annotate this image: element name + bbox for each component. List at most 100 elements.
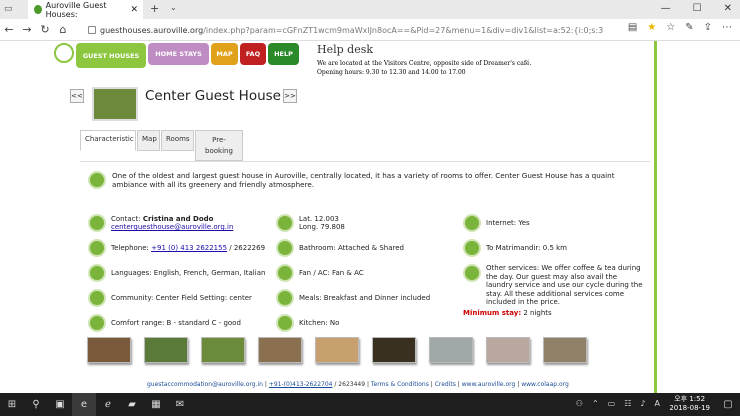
kitchen-icon — [276, 314, 294, 332]
info-middle: Lat. 12.003 Long. 79.808 Bathroom: Attach… — [276, 214, 461, 339]
notifications-icon[interactable]: ▢ — [716, 393, 740, 416]
nav-map[interactable]: MAP — [211, 43, 238, 65]
bathroom-icon — [276, 239, 294, 257]
nav-home-stays[interactable]: HOME STAYS — [148, 43, 209, 65]
taskbar: ⊞ ⚲ ▣ e ℯ ▰ ▦ ✉ ⚇ ⌃ ▭ ☷ ♪ A 오후 1:52 2018… — [0, 393, 740, 416]
new-tab-icon[interactable]: + — [150, 2, 159, 15]
minimize-icon[interactable]: — — [661, 3, 671, 14]
tab-list-icon[interactable]: ⌄ — [170, 3, 177, 12]
mail-icon[interactable]: ✉ — [168, 393, 192, 416]
favorites-hub-icon[interactable]: ☆ — [666, 22, 675, 33]
contact-email-link[interactable]: centerguesthouse@auroville.org.in — [111, 223, 233, 231]
more-icon[interactable]: ⋯ — [722, 22, 732, 33]
maximize-icon[interactable]: ☐ — [693, 3, 702, 14]
next-button[interactable]: >> — [283, 89, 297, 103]
footer-phone-alt: / 2623449 — [332, 381, 366, 388]
services-row: Other services: We offer coffee & tea du… — [463, 264, 645, 307]
clock[interactable]: 오후 1:52 2018-08-19 — [669, 395, 710, 413]
languages-icon — [88, 264, 106, 282]
nav-help[interactable]: HELP — [268, 43, 299, 65]
bathroom-row: Bathroom: Attached & Shared — [276, 239, 461, 257]
comfort-row: Comfort range: B - standard C - good — [88, 314, 268, 332]
ime-icon[interactable]: A — [655, 399, 660, 408]
nav-guest-houses[interactable]: GUEST HOUSES — [76, 43, 146, 68]
tab-actions: ▭ — [4, 4, 13, 14]
longitude: Long. 79.808 — [299, 223, 345, 231]
contact-label: Contact: — [111, 214, 143, 223]
task-view-icon[interactable]: ▣ — [48, 393, 72, 416]
battery-icon[interactable]: ▭ — [608, 399, 616, 408]
tab-preview-icon[interactable]: ▭ — [4, 4, 13, 14]
profile-tabs: Characteristic Map Rooms Pre-booking — [80, 130, 243, 161]
kitchen-row: Kitchen: No — [276, 314, 461, 332]
gallery-photo[interactable] — [87, 337, 131, 363]
contact-name: Cristina and Dodo — [142, 214, 214, 223]
tab-rooms[interactable]: Rooms — [161, 130, 194, 151]
reading-view-icon[interactable]: ▤ — [628, 22, 637, 33]
gallery-photo[interactable] — [372, 337, 416, 363]
footer-email[interactable]: guestaccommodation@auroville.org.in — [147, 381, 263, 388]
help-desk-location: We are located at the Visitors Centre, o… — [317, 60, 532, 67]
volume-icon[interactable]: ♪ — [640, 399, 645, 408]
tab-characteristic[interactable]: Characteristic — [80, 130, 136, 151]
footer-credits-link[interactable]: Credits — [435, 381, 456, 388]
tab-map[interactable]: Map — [137, 130, 160, 151]
map-pin-icon — [276, 214, 294, 232]
minimum-stay-label: Minimum stay: — [463, 308, 522, 317]
gallery-photo[interactable] — [486, 337, 530, 363]
gallery-photo[interactable] — [543, 337, 587, 363]
gallery-photo[interactable] — [315, 337, 359, 363]
description: One of the oldest and largest guest hous… — [88, 171, 648, 189]
gallery-photo[interactable] — [258, 337, 302, 363]
at-icon — [88, 214, 106, 232]
nav-faq[interactable]: FAQ — [240, 43, 266, 65]
meals-icon — [276, 289, 294, 307]
auroville-logo-icon[interactable] — [54, 43, 74, 63]
location-row: Lat. 12.003 Long. 79.808 — [276, 214, 461, 232]
footer-phone-link[interactable]: +91-(0)413-2622704 — [269, 381, 333, 388]
refresh-icon[interactable]: ↻ — [36, 23, 54, 36]
people-icon[interactable]: ⚇ — [576, 399, 583, 408]
languages-row: Languages: English, French, German, Ital… — [88, 264, 268, 282]
phone-icon — [88, 239, 106, 257]
edge-icon[interactable]: e — [72, 393, 96, 416]
file-explorer-icon[interactable]: ▰ — [120, 393, 144, 416]
meals-text: Meals: Breakfast and Dinner included — [299, 293, 431, 302]
notes-icon[interactable]: ✎ — [685, 22, 693, 33]
footer-terms-link[interactable]: Terms & Conditions — [371, 381, 429, 388]
gallery-photo[interactable] — [429, 337, 473, 363]
footer-colaap-link[interactable]: www.colaap.org — [521, 381, 569, 388]
chevron-up-icon[interactable]: ⌃ — [592, 399, 599, 408]
start-icon[interactable]: ⊞ — [0, 393, 24, 416]
page-info-icon[interactable] — [88, 26, 96, 34]
window-controls: — ☐ ✕ — [661, 3, 732, 14]
close-tab-icon[interactable]: ✕ — [130, 5, 138, 15]
fan-row: Fan / AC: Fan & AC — [276, 264, 461, 282]
home-icon[interactable]: ⌂ — [54, 23, 72, 36]
gallery-photo[interactable] — [201, 337, 245, 363]
search-icon[interactable]: ⚲ — [24, 393, 48, 416]
close-window-icon[interactable]: ✕ — [724, 3, 732, 14]
main-nav: GUEST HOUSES HOME STAYS MAP FAQ HELP — [76, 43, 299, 68]
tab-title: Auroville Guest Houses: — [45, 0, 107, 19]
share-icon[interactable]: ⇪ — [704, 22, 712, 33]
forward-icon[interactable]: → — [18, 23, 36, 36]
guest-house-thumbnail[interactable] — [92, 87, 138, 121]
favorite-star-icon[interactable]: ★ — [647, 22, 656, 33]
ie-icon[interactable]: ℯ — [96, 393, 120, 416]
clock-date: 2018-08-19 — [669, 404, 710, 412]
previous-button[interactable]: << — [70, 89, 84, 103]
footer-auroville-link[interactable]: www.auroville.org — [462, 381, 516, 388]
url-field[interactable]: guesthouses.auroville.org /index.php?par… — [88, 23, 632, 37]
network-icon[interactable]: ☷ — [624, 399, 631, 408]
wifi-icon — [463, 214, 481, 232]
comfort-icon — [88, 314, 106, 332]
browser-tab[interactable]: Auroville Guest Houses: ✕ — [28, 0, 143, 19]
back-icon[interactable]: ← — [0, 23, 18, 36]
internet-text: Internet: Yes — [486, 218, 530, 227]
kitchen-text: Kitchen: No — [299, 318, 340, 327]
store-icon[interactable]: ▦ — [144, 393, 168, 416]
phone-link[interactable]: +91 (0) 413 2622155 — [151, 244, 227, 252]
gallery-photo[interactable] — [144, 337, 188, 363]
tab-pre-booking[interactable]: Pre-booking — [195, 130, 243, 161]
